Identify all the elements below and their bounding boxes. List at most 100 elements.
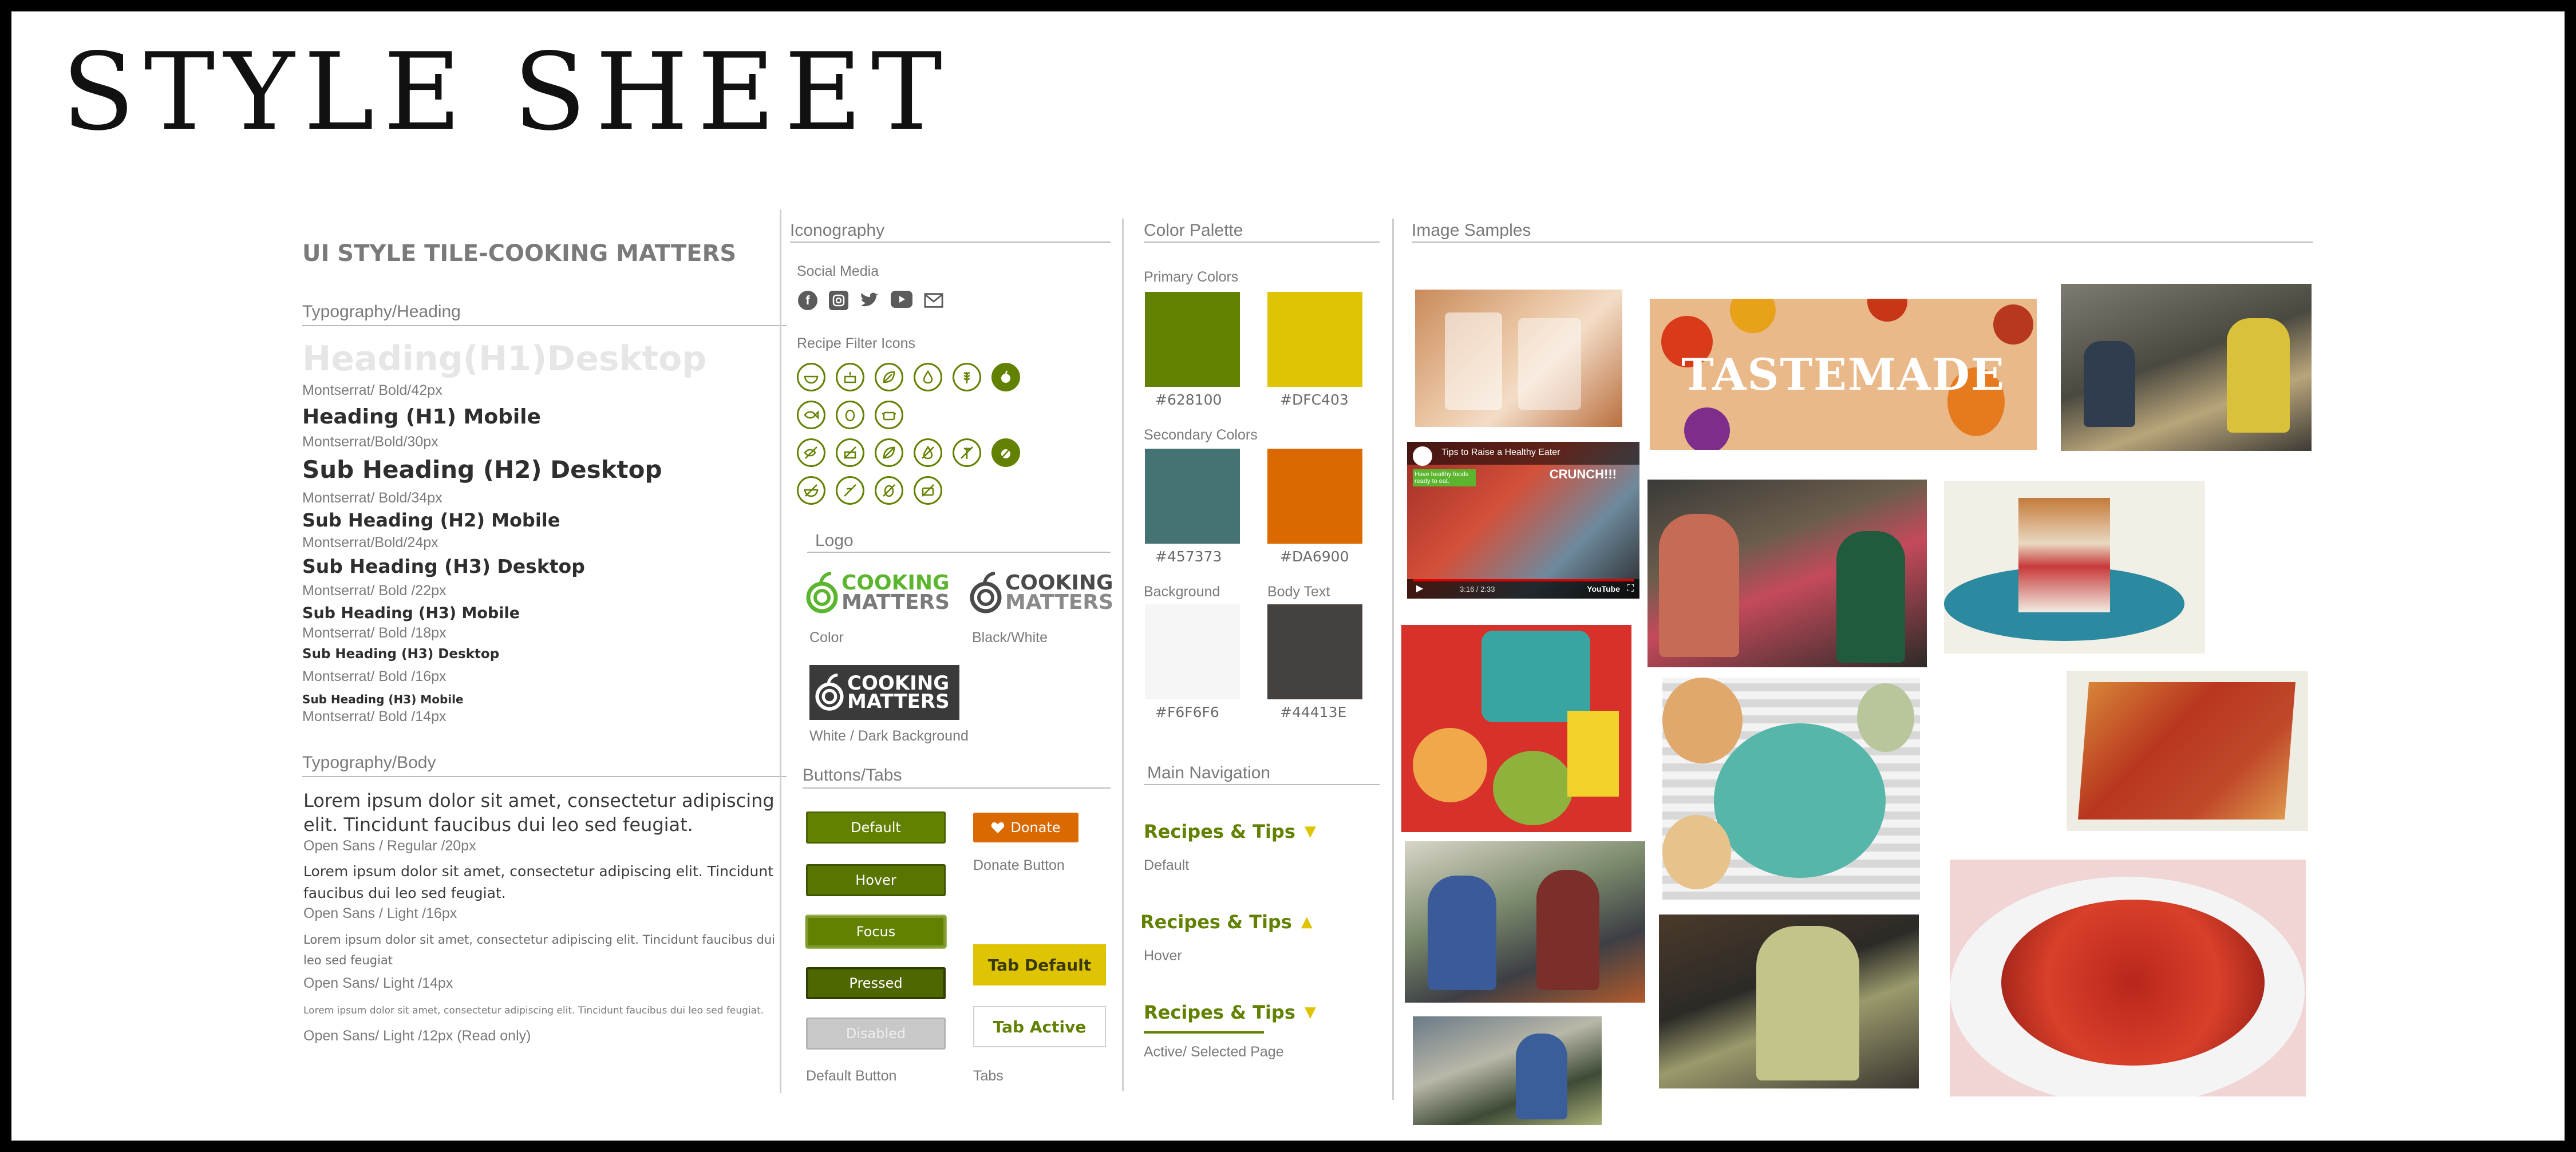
- h3-desktop-small-sample: Sub Heading (H3) Desktop: [302, 647, 500, 662]
- recipe-filter-label: Recipe Filter Icons: [797, 335, 916, 351]
- swatch-secondary-teal: [1145, 449, 1240, 544]
- h3-desktop-small-spec: Montserrat/ Bold /16px: [302, 668, 447, 684]
- bowl-icon[interactable]: [797, 363, 825, 391]
- logo-text-bottom: MATTERS: [1005, 591, 1114, 614]
- tabs-caption: Tabs: [973, 1068, 1003, 1084]
- leaf-icon[interactable]: [875, 363, 903, 391]
- hex-body-text: #44413E: [1280, 704, 1347, 721]
- heart-icon: [991, 822, 1005, 833]
- h2-desktop-spec: Montserrat/ Bold/34px: [302, 490, 442, 506]
- secondary-colors-label: Secondary Colors: [1144, 427, 1258, 443]
- h1-mobile-sample: Heading (H1) Mobile: [302, 405, 541, 429]
- h3-mobile-small-sample: Sub Heading (H3) Mobile: [302, 692, 464, 706]
- body-sample-16: Lorem ipsum dolor sit amet, consectetur …: [303, 863, 774, 901]
- channel-avatar: [1413, 446, 1432, 466]
- no-bowl-icon[interactable]: [797, 476, 825, 505]
- video-overlay-text: CRUNCH!!!: [1549, 467, 1617, 481]
- nav-recipes-active[interactable]: Recipes & Tips ▼: [1144, 1001, 1316, 1023]
- no-leaf-icon[interactable]: [875, 438, 903, 467]
- video-caption: Have healthy foods ready to eat.: [1413, 469, 1476, 486]
- sample-video-player[interactable]: Tips to Raise a Healthy Eater Have healt…: [1407, 442, 1639, 599]
- email-icon[interactable]: [924, 291, 943, 310]
- nav-recipes-default[interactable]: Recipes & Tips ▼: [1144, 821, 1316, 842]
- h2-mobile-sample: Sub Heading (H2) Mobile: [302, 509, 560, 531]
- wheat-icon[interactable]: [953, 363, 981, 391]
- logo-mark-icon: [815, 673, 844, 711]
- no-pot-icon[interactable]: [914, 476, 942, 505]
- column-divider: [1392, 219, 1394, 1100]
- page-title: STYLE SHEET: [62, 30, 951, 154]
- hex-secondary-orange: #DA6900: [1280, 548, 1349, 565]
- h1-desktop-spec: Montserrat/ Bold/42px: [302, 382, 442, 398]
- swatch-background: [1145, 604, 1240, 699]
- nav-recipes-hover[interactable]: Recipes & Tips ▲: [1140, 911, 1313, 933]
- hover-button[interactable]: Hover: [806, 864, 946, 896]
- nav-label: Recipes & Tips: [1144, 821, 1295, 842]
- focus-button[interactable]: Focus: [806, 916, 946, 948]
- social-media-label: Social Media: [797, 263, 879, 279]
- drop-icon[interactable]: [914, 363, 942, 391]
- body-sample-20: Lorem ipsum dolor sit amet, consectetur …: [303, 790, 775, 836]
- column-divider: [780, 209, 781, 1093]
- facebook-icon[interactable]: f: [798, 291, 817, 310]
- divider: [790, 242, 1111, 243]
- sample-image-parfait: [1944, 481, 2205, 654]
- pot-icon[interactable]: [875, 401, 903, 429]
- no-cake-icon[interactable]: [836, 438, 864, 467]
- video-progress-bar[interactable]: [1413, 579, 1634, 581]
- logo-dark-background: COOKING MATTERS: [809, 665, 959, 720]
- play-icon[interactable]: ▶: [1416, 583, 1423, 594]
- pressed-button[interactable]: Pressed: [806, 967, 946, 999]
- typography-heading-label: Typography/Heading: [302, 302, 461, 321]
- body-text-label: Body Text: [1267, 584, 1330, 600]
- sample-image-meal-plate: [1662, 678, 1920, 900]
- no-wheat-icon[interactable]: [953, 438, 981, 467]
- h1-mobile-spec: Montserrat/Bold/30px: [302, 434, 438, 450]
- no-egg-icon[interactable]: [875, 476, 903, 505]
- style-sheet-board: STYLE SHEET UI STYLE TILE-COOKING MATTER…: [11, 11, 2565, 1141]
- social-icons: f: [798, 291, 943, 310]
- tab-default[interactable]: Tab Default: [973, 944, 1106, 985]
- no-apple-icon[interactable]: [991, 438, 1020, 467]
- no-meat-icon[interactable]: [836, 476, 864, 505]
- hex-primary-green: #628100: [1155, 391, 1222, 408]
- hex-primary-yellow: #DFC403: [1280, 391, 1349, 408]
- egg-icon[interactable]: [836, 401, 864, 429]
- background-label: Background: [1144, 584, 1220, 600]
- no-drop-icon[interactable]: [914, 438, 942, 467]
- sample-image-tastemade: TASTEMADE: [1650, 299, 2037, 450]
- chevron-down-icon: ▼: [1304, 823, 1316, 840]
- youtube-icon[interactable]: [891, 291, 912, 308]
- instagram-icon[interactable]: [829, 291, 848, 310]
- divider: [1412, 242, 2313, 243]
- twitter-icon[interactable]: [860, 291, 879, 310]
- hex-secondary-teal: #457373: [1155, 548, 1222, 565]
- fullscreen-icon[interactable]: ⛶: [1627, 584, 1634, 594]
- h3-mobile-spec: Montserrat/ Bold /18px: [302, 625, 447, 641]
- divider: [1144, 242, 1380, 243]
- default-button[interactable]: Default: [806, 811, 946, 844]
- h2-mobile-spec: Montserrat/Bold/24px: [302, 535, 438, 551]
- no-fish-icon[interactable]: [797, 438, 825, 467]
- cake-icon[interactable]: [836, 363, 864, 391]
- sample-image-pizza: [2067, 671, 2308, 831]
- iconography-title: Iconography: [790, 221, 885, 240]
- sample-image-kids-cooking: [1405, 841, 1645, 1003]
- sample-image-kids-kitchen: [2061, 284, 2312, 451]
- donate-button[interactable]: Donate: [973, 813, 1078, 842]
- logo-black-white: COOKING MATTERS: [970, 571, 1113, 615]
- chevron-down-icon: ▼: [1304, 1004, 1316, 1021]
- fish-icon[interactable]: [797, 401, 825, 429]
- h1-desktop-sample: Heading(H1)Desktop: [302, 339, 707, 379]
- body-sample-12: Lorem ipsum dolor sit amet, consectetur …: [303, 1005, 764, 1016]
- apple-icon[interactable]: [991, 363, 1020, 391]
- buttons-tabs-title: Buttons/Tabs: [803, 766, 902, 785]
- sample-image-washing-vegetables: [1659, 915, 1919, 1088]
- divider: [1144, 784, 1380, 785]
- h2-desktop-sample: Sub Heading (H2) Desktop: [302, 456, 662, 484]
- divider: [803, 787, 1111, 789]
- nav-label: Recipes & Tips: [1140, 911, 1292, 933]
- column-divider: [1122, 219, 1124, 1091]
- body-spec-20: Open Sans / Regular /20px: [303, 838, 476, 854]
- tab-active[interactable]: Tab Active: [973, 1006, 1106, 1047]
